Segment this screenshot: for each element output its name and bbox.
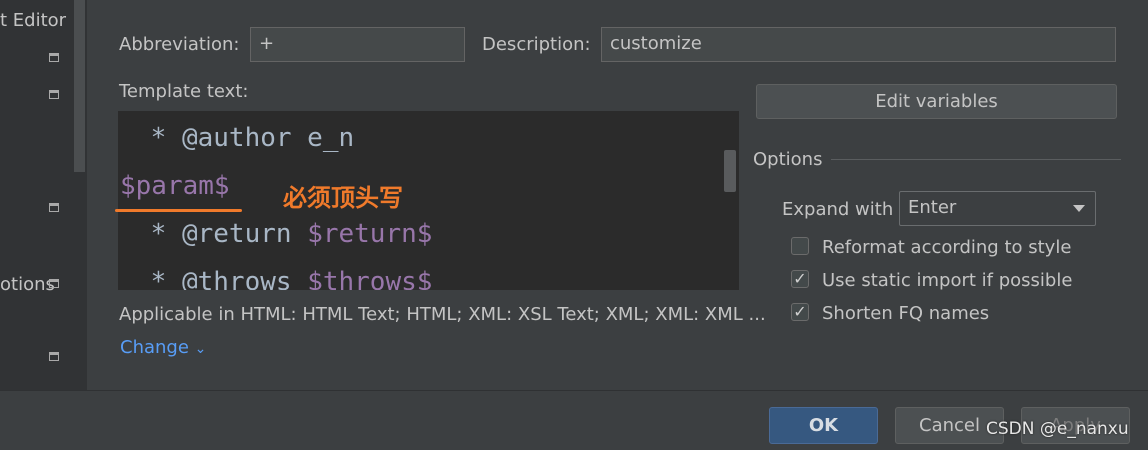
- chevron-down-icon: ⌄: [194, 341, 207, 357]
- options-title: Options: [753, 149, 823, 170]
- tree-item-options[interactable]: otions: [0, 274, 55, 295]
- template-icon: [49, 279, 59, 288]
- options-divider: [831, 159, 1121, 160]
- description-label: Description:: [482, 34, 591, 55]
- shorten-fq-checkbox[interactable]: ✓: [791, 303, 809, 321]
- template-icon: [49, 90, 59, 99]
- change-link[interactable]: Change ⌄: [120, 337, 206, 358]
- ok-button[interactable]: OK: [769, 407, 878, 444]
- template-editor[interactable]: * @author e_n $param$ * @return $return$…: [118, 111, 739, 290]
- code-line-throws: * @throws $throws$: [135, 267, 433, 290]
- shorten-fq-label: Shorten FQ names: [822, 303, 990, 324]
- dropdown-arrow-icon: [1073, 205, 1085, 212]
- annotation-underline: [115, 209, 242, 212]
- template-icon: [49, 352, 59, 361]
- check-icon: ✓: [793, 269, 807, 288]
- expand-with-select[interactable]: Enter: [899, 191, 1096, 226]
- abbreviation-label: Abbreviation:: [119, 34, 240, 55]
- code-line-return: * @return $return$: [135, 219, 433, 249]
- description-field[interactable]: customize: [601, 27, 1116, 62]
- code-line-param: $param$: [120, 171, 230, 201]
- code-line-author: * @author e_n: [135, 123, 355, 153]
- annotation-text: 必须顶头写: [283, 183, 403, 212]
- static-import-checkbox[interactable]: ✓: [791, 270, 809, 288]
- static-import-label: Use static import if possible: [822, 270, 1073, 291]
- template-icon: [49, 203, 59, 212]
- template-text-label: Template text:: [119, 81, 249, 102]
- watermark: CSDN @e_nanxu: [986, 419, 1129, 439]
- check-icon: ✓: [793, 302, 807, 321]
- editor-scrollbar[interactable]: [724, 150, 736, 192]
- tree-scrollbar[interactable]: [74, 0, 85, 172]
- reformat-checkbox[interactable]: [791, 237, 809, 255]
- edit-variables-button[interactable]: Edit variables: [756, 84, 1117, 119]
- template-icon: [49, 53, 59, 62]
- applicable-contexts-text: Applicable in HTML: HTML Text; HTML; XML…: [119, 304, 766, 325]
- reformat-label: Reformat according to style: [822, 237, 1072, 258]
- tree-item-editor[interactable]: t Editor: [0, 10, 66, 31]
- expand-with-label: Expand with: [782, 199, 894, 220]
- abbreviation-field[interactable]: +: [250, 27, 465, 62]
